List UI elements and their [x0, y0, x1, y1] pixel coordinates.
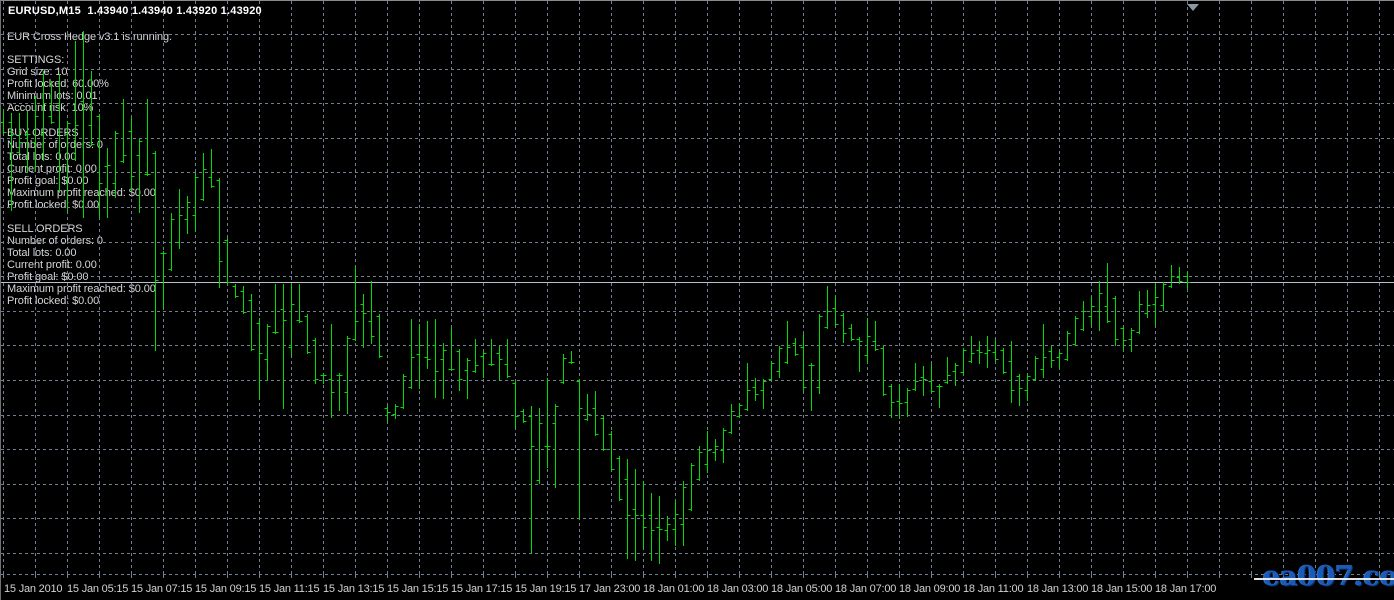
grid-lines	[1, 1, 1394, 572]
chart-quote-title: EURUSD,M15 1.43940 1.43940 1.43920 1.439…	[8, 5, 262, 17]
watermark-strike-line	[1254, 578, 1394, 580]
watermark-logo: ea007.com	[1263, 561, 1394, 592]
mt4-chart-window: EUR Cross Hedge v3.1 is running.SETTINGS…	[0, 0, 1394, 600]
price-chart-canvas[interactable]	[1, 1, 1394, 600]
chart-shift-marker-icon[interactable]	[1187, 4, 1199, 11]
